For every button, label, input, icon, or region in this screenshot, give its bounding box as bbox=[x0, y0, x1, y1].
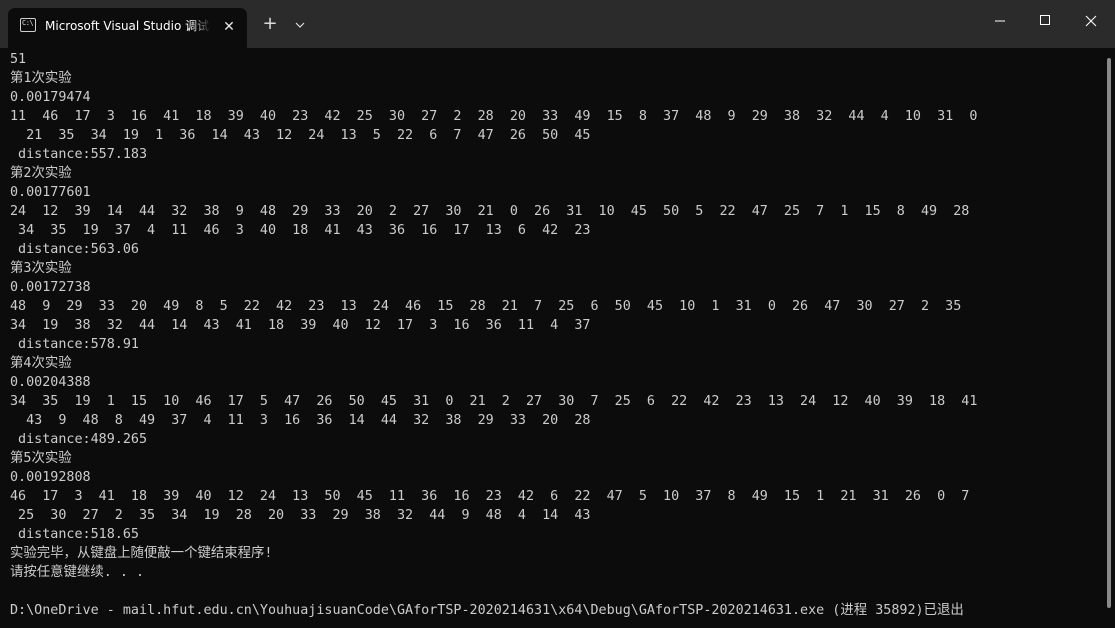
console-line: 25 30 27 2 35 34 19 28 20 33 29 38 32 44… bbox=[10, 508, 591, 523]
console-line: 34 35 19 37 4 11 46 3 40 18 41 43 36 16 … bbox=[10, 223, 591, 238]
console-line: distance:563.06 bbox=[10, 242, 139, 257]
console-line: 48 9 29 33 20 49 8 5 22 42 23 13 24 46 1… bbox=[10, 299, 962, 314]
console-line: 34 35 19 1 15 10 46 17 5 47 26 50 45 31 … bbox=[10, 394, 978, 409]
console-line: 第3次实验 bbox=[10, 261, 72, 276]
console-icon: C:\ bbox=[20, 18, 36, 32]
console-line: 第2次实验 bbox=[10, 166, 72, 181]
minimize-button[interactable] bbox=[976, 0, 1022, 40]
maximize-icon bbox=[1040, 15, 1050, 25]
console-line: 0.00177601 bbox=[10, 185, 91, 200]
tab-debug-console[interactable]: C:\ Microsoft Visual Studio 调试控制台 ✕ bbox=[8, 8, 247, 48]
console-output[interactable]: 51 第1次实验 0.00179474 11 46 17 3 16 41 18 … bbox=[0, 48, 1104, 628]
tab-title: Microsoft Visual Studio 调试控制台 bbox=[45, 19, 211, 33]
console-line: 实验完毕，从键盘上随便敲一个键结束程序! bbox=[10, 546, 273, 561]
console-line: 0.00192808 bbox=[10, 470, 91, 485]
close-tab-icon[interactable]: ✕ bbox=[218, 16, 240, 38]
console-line: 第1次实验 bbox=[10, 71, 72, 86]
chevron-down-icon[interactable] bbox=[288, 14, 312, 36]
console-line: 第4次实验 bbox=[10, 356, 72, 371]
console-line: distance:578.91 bbox=[10, 337, 139, 352]
console-line: 46 17 3 41 18 39 40 12 24 13 50 45 11 36… bbox=[10, 489, 970, 504]
title-bar[interactable]: C:\ Microsoft Visual Studio 调试控制台 ✕ + bbox=[0, 0, 1115, 48]
console-line: 0.00179474 bbox=[10, 90, 91, 105]
console-line: 0.00172738 bbox=[10, 280, 91, 295]
maximize-button[interactable] bbox=[1022, 0, 1068, 40]
console-icon-glyph: C:\ bbox=[22, 19, 34, 27]
console-line: distance:518.65 bbox=[10, 527, 139, 542]
close-button[interactable] bbox=[1068, 0, 1114, 40]
new-tab-icon[interactable]: + bbox=[257, 12, 283, 38]
vertical-scrollbar[interactable] bbox=[1104, 48, 1115, 628]
close-icon bbox=[1085, 15, 1097, 27]
console-line: 43 9 48 8 49 37 4 11 3 16 36 14 44 32 38… bbox=[10, 413, 591, 428]
terminal-window: C:\ Microsoft Visual Studio 调试控制台 ✕ + bbox=[0, 0, 1115, 628]
console-line: 11 46 17 3 16 41 18 39 40 23 42 25 30 27… bbox=[10, 109, 978, 124]
console-line: 51 bbox=[10, 52, 27, 67]
console-line: distance:557.183 bbox=[10, 147, 148, 162]
console-line: D:\OneDrive - mail.hfut.edu.cn\Youhuajis… bbox=[10, 603, 964, 618]
console-line: 请按任意键继续. . . bbox=[10, 565, 145, 580]
scrollbar-thumb[interactable] bbox=[1107, 58, 1111, 608]
console-line: 24 12 39 14 44 32 38 9 48 29 33 20 2 27 … bbox=[10, 204, 970, 219]
console-line: distance:489.265 bbox=[10, 432, 148, 447]
console-line: 第5次实验 bbox=[10, 451, 72, 466]
console-line: 34 19 38 32 44 14 43 41 18 39 40 12 17 3… bbox=[10, 318, 591, 333]
console-line: 0.00204388 bbox=[10, 375, 91, 390]
minimize-icon bbox=[995, 20, 1005, 22]
console-line: 21 35 34 19 1 36 14 43 12 24 13 5 22 6 7… bbox=[10, 128, 591, 143]
